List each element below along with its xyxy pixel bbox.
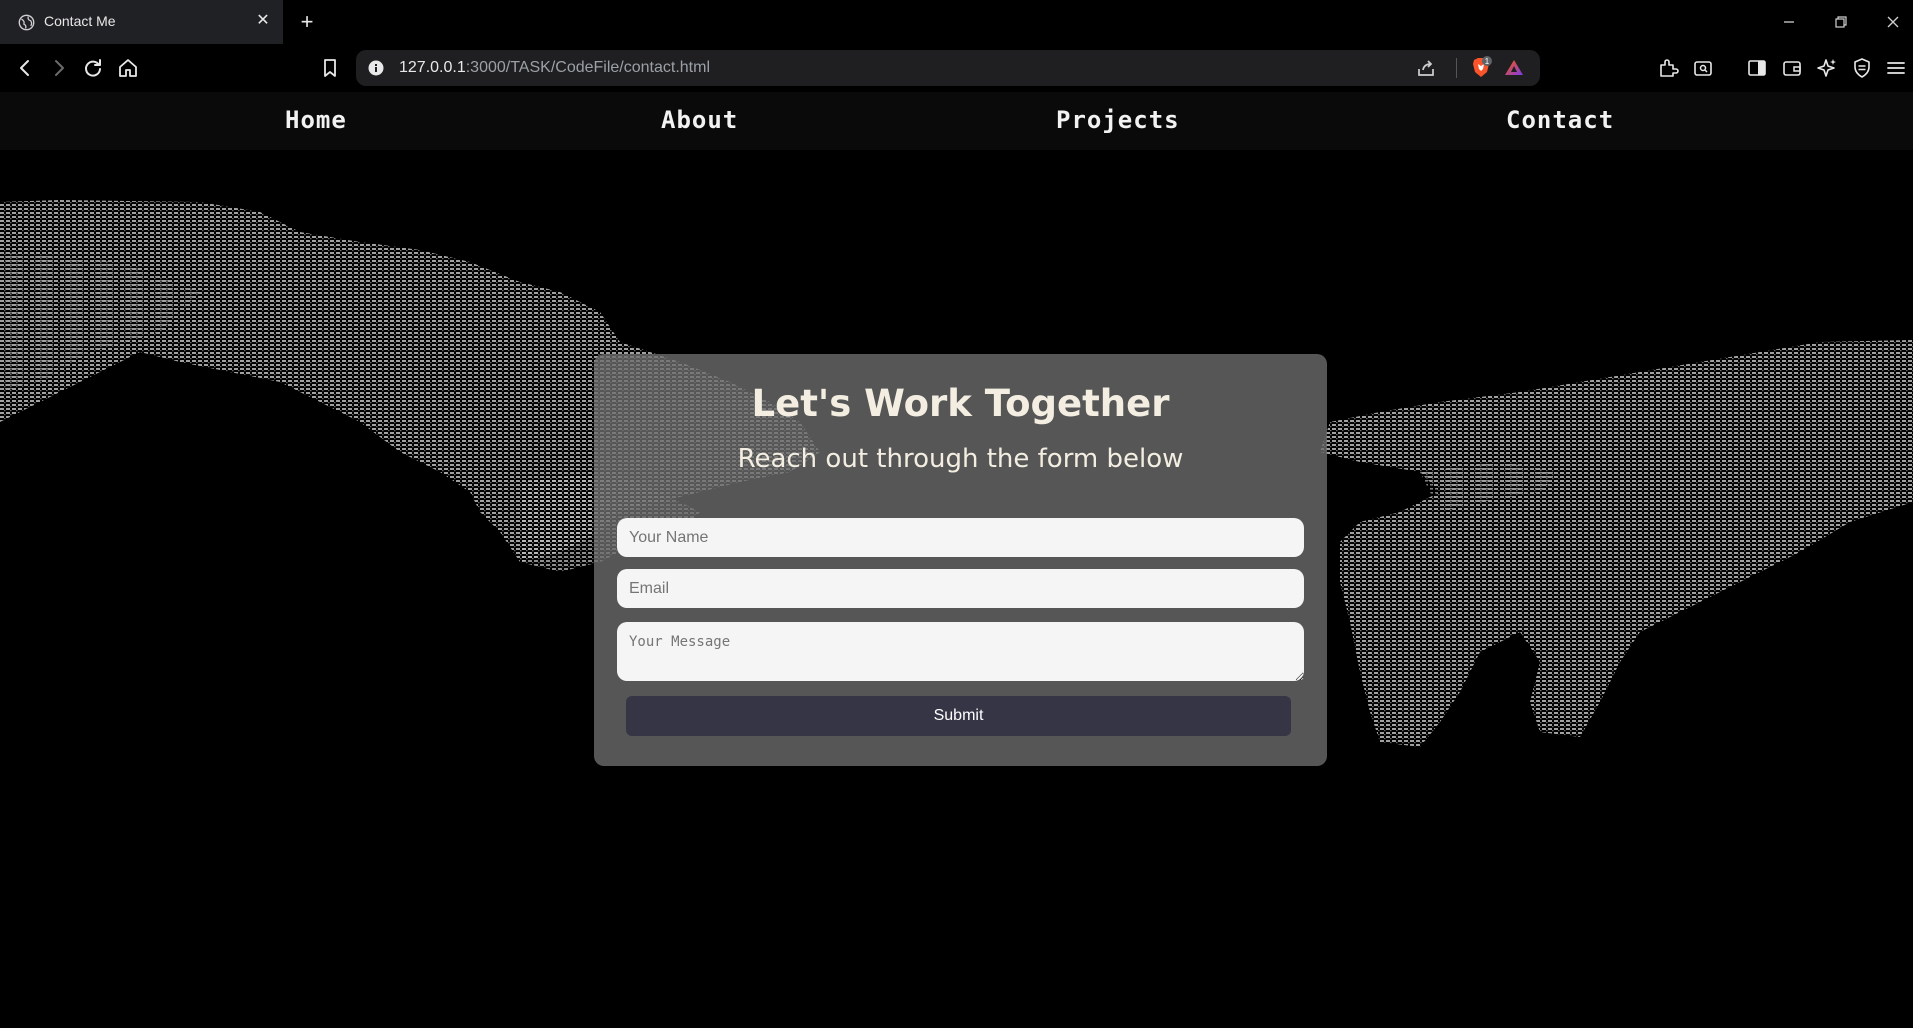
browser-tab-active[interactable]: Contact Me ✕ bbox=[0, 0, 283, 44]
site-info-icon[interactable] bbox=[366, 58, 386, 78]
nav-home-link[interactable]: Home bbox=[285, 106, 347, 134]
menu-icon[interactable] bbox=[1884, 56, 1908, 80]
nav-about-link[interactable]: About bbox=[661, 106, 738, 134]
url-text[interactable]: 127.0.0.1:3000/TASK/CodeFile/contact.htm… bbox=[399, 59, 710, 77]
browser-toolbar: 127.0.0.1:3000/TASK/CodeFile/contact.htm… bbox=[0, 44, 1913, 92]
extensions-icon[interactable] bbox=[1656, 56, 1680, 80]
url-path: :3000/TASK/CodeFile/contact.html bbox=[465, 59, 710, 76]
restore-icon[interactable] bbox=[1827, 8, 1855, 36]
tab-title: Contact Me bbox=[44, 13, 116, 29]
brave-rewards-icon[interactable] bbox=[1502, 56, 1526, 80]
nav-projects-link[interactable]: Projects bbox=[1056, 106, 1180, 134]
email-input[interactable] bbox=[617, 569, 1304, 608]
url-host: 127.0.0.1 bbox=[399, 59, 466, 76]
back-icon[interactable] bbox=[13, 56, 37, 80]
contact-subtitle: Reach out through the form below bbox=[737, 444, 1184, 474]
new-tab-icon[interactable]: + bbox=[295, 10, 319, 34]
url-divider bbox=[1456, 58, 1457, 78]
reload-icon[interactable] bbox=[81, 56, 105, 80]
wallet-icon[interactable] bbox=[1780, 56, 1804, 80]
sidebar-icon[interactable] bbox=[1745, 56, 1769, 80]
home-icon[interactable] bbox=[116, 56, 140, 80]
vpn-shield-icon[interactable] bbox=[1850, 56, 1874, 80]
close-window-icon[interactable] bbox=[1879, 8, 1907, 36]
submit-button[interactable]: Submit bbox=[626, 696, 1291, 736]
contact-form-card: Let's Work Together Reach out through th… bbox=[594, 354, 1327, 766]
minimize-icon[interactable] bbox=[1775, 8, 1803, 36]
site-navbar: Home About Projects Contact bbox=[0, 92, 1913, 150]
address-bar[interactable]: 127.0.0.1:3000/TASK/CodeFile/contact.htm… bbox=[356, 50, 1540, 86]
page-viewport: Home About Projects Contact Let's Work T… bbox=[0, 92, 1913, 1028]
shields-badge: 1 bbox=[1485, 57, 1490, 66]
contact-title: Let's Work Together bbox=[751, 382, 1170, 425]
media-search-icon[interactable] bbox=[1691, 56, 1715, 80]
name-input[interactable] bbox=[617, 518, 1304, 557]
brave-shields-icon[interactable]: 1 bbox=[1468, 55, 1494, 81]
share-icon[interactable] bbox=[1414, 56, 1438, 80]
globe-icon bbox=[18, 14, 35, 31]
bookmark-icon[interactable] bbox=[318, 56, 342, 80]
message-textarea[interactable] bbox=[617, 622, 1304, 681]
tab-strip: Contact Me ✕ + bbox=[0, 0, 1913, 44]
nav-contact-link[interactable]: Contact bbox=[1506, 106, 1614, 134]
forward-icon[interactable] bbox=[47, 56, 71, 80]
right-hand-art bbox=[1320, 340, 1913, 747]
leo-ai-icon[interactable] bbox=[1815, 56, 1839, 80]
tab-close-icon[interactable]: ✕ bbox=[254, 12, 272, 30]
